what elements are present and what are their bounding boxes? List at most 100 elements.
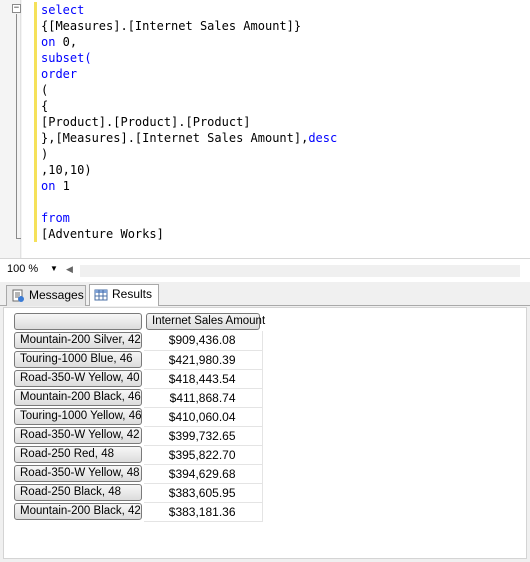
table-row[interactable]: Road-350-W Yellow, 48 $394,629.68	[12, 464, 263, 484]
row-header-button[interactable]: Road-250 Black, 48	[14, 484, 142, 501]
code-keyword: order	[41, 67, 78, 81]
row-header-button[interactable]: Road-350-W Yellow, 40	[14, 370, 142, 387]
code-keyword: desc	[308, 131, 338, 145]
code-line[interactable]: (	[41, 82, 337, 98]
code-keyword: on	[41, 35, 56, 49]
sales-amount-cell[interactable]: $411,868.74	[144, 388, 263, 408]
row-header-button[interactable]: Mountain-200 Silver, 42	[14, 332, 142, 349]
code-line[interactable]: ,10,10)	[41, 162, 337, 178]
results-grid[interactable]: Internet Sales Amount Mountain-200 Silve…	[3, 307, 527, 559]
row-header-button[interactable]: Road-350-W Yellow, 42	[14, 427, 142, 444]
zoom-dropdown-icon[interactable]: ▼	[50, 264, 58, 273]
results-tab-strip: Messages Results	[0, 282, 530, 306]
fold-guide-end	[16, 238, 21, 239]
messages-icon	[12, 289, 24, 302]
scroll-left-icon[interactable]: ◀	[66, 264, 73, 275]
code-line[interactable]: [Product].[Product].[Product]	[41, 114, 337, 130]
code-token: {	[41, 99, 49, 113]
row-header-cell: Road-250 Black, 48	[12, 483, 144, 502]
sales-amount-cell[interactable]: $909,436.08	[144, 331, 263, 351]
sales-amount-cell[interactable]: $383,181.36	[144, 502, 263, 522]
select-all-button[interactable]	[14, 313, 142, 330]
code-line[interactable]	[41, 194, 337, 210]
change-tracking-bar	[34, 2, 37, 242]
table-row[interactable]: Mountain-200 Silver, 42 $909,436.08	[12, 331, 263, 351]
code-line[interactable]: subset(	[41, 50, 337, 66]
table-row[interactable]: Touring-1000 Blue, 46 $421,980.39	[12, 350, 263, 370]
table-row[interactable]: Mountain-200 Black, 42 $383,181.36	[12, 502, 263, 522]
table-row[interactable]: Road-350-W Yellow, 42 $399,732.65	[12, 426, 263, 446]
table-row[interactable]: Road-250 Black, 48 $383,605.95	[12, 483, 263, 503]
code-keyword: on	[41, 179, 56, 193]
row-header-cell: Road-350-W Yellow, 48	[12, 464, 144, 483]
editor-status-strip: 100 % ▼ ◀	[0, 258, 530, 282]
table-row[interactable]: Road-250 Red, 48 $395,822.70	[12, 445, 263, 465]
code-token: 1	[55, 179, 70, 193]
code-line[interactable]: {	[41, 98, 337, 114]
grid-body: Mountain-200 Silver, 42 $909,436.08 Tourin…	[12, 331, 263, 522]
row-header-cell: Touring-1000 Yellow, 46	[12, 407, 144, 426]
code-line[interactable]: order	[41, 66, 337, 82]
row-header-button[interactable]: Mountain-200 Black, 42	[14, 503, 142, 520]
gutter-divider	[20, 0, 21, 258]
code-line[interactable]: )	[41, 146, 337, 162]
sales-amount-cell[interactable]: $394,629.68	[144, 464, 263, 484]
row-header-button[interactable]: Mountain-200 Black, 46	[14, 389, 142, 406]
sales-amount-cell[interactable]: $399,732.65	[144, 426, 263, 446]
tab-messages[interactable]: Messages	[6, 285, 86, 306]
code-line[interactable]: select	[41, 2, 337, 18]
grid-icon	[94, 289, 108, 301]
sales-amount-cell[interactable]: $418,443.54	[144, 369, 263, 389]
code-line[interactable]: on 1	[41, 178, 337, 194]
code-keyword: from	[41, 211, 70, 225]
row-header-button[interactable]: Road-250 Red, 48	[14, 446, 142, 463]
grid-corner-cell	[12, 312, 144, 331]
code-token: )	[41, 147, 49, 161]
code-line[interactable]: [Adventure Works]	[41, 226, 337, 242]
editor-gutter	[0, 0, 22, 258]
column-header-internet-sales-amount[interactable]: Internet Sales Amount	[146, 313, 265, 330]
sales-amount-cell[interactable]: $421,980.39	[144, 350, 263, 370]
grid-column-header-cell: Internet Sales Amount	[144, 312, 265, 331]
row-header-button[interactable]: Road-350-W Yellow, 48	[14, 465, 142, 482]
code-keyword: subset(	[41, 51, 92, 65]
row-header-cell: Mountain-200 Black, 42	[12, 502, 144, 521]
row-header-cell: Touring-1000 Blue, 46	[12, 350, 144, 369]
row-header-cell: Mountain-200 Silver, 42	[12, 331, 144, 350]
table-row[interactable]: Touring-1000 Yellow, 46 $410,060.04	[12, 407, 263, 427]
row-header-cell: Road-250 Red, 48	[12, 445, 144, 464]
code-token: {[Measures].[Internet Sales Amount]}	[41, 19, 302, 33]
code-token: ,10,10)	[41, 163, 92, 177]
row-header-cell: Road-350-W Yellow, 40	[12, 369, 144, 388]
collapse-icon[interactable]: −	[12, 4, 21, 13]
row-header-cell: Mountain-200 Black, 46	[12, 388, 144, 407]
results-table: Internet Sales Amount Mountain-200 Silve…	[12, 312, 265, 522]
code-line[interactable]: },[Measures].[Internet Sales Amount],des…	[41, 130, 337, 146]
query-editor[interactable]: − select {[Measures].[Internet Sales Amou…	[0, 0, 530, 258]
table-row[interactable]: Mountain-200 Black, 46 $411,868.74	[12, 388, 263, 408]
code-keyword: select	[41, 3, 85, 17]
code-token: [Adventure Works]	[41, 227, 164, 241]
sales-amount-cell[interactable]: $395,822.70	[144, 445, 263, 465]
row-header-cell: Road-350-W Yellow, 42	[12, 426, 144, 445]
zoom-level[interactable]: 100 %	[7, 263, 38, 275]
code-line[interactable]: from	[41, 210, 337, 226]
row-header-button[interactable]: Touring-1000 Blue, 46	[14, 351, 142, 368]
tab-messages-label: Messages	[29, 288, 84, 302]
row-header-button[interactable]: Touring-1000 Yellow, 46	[14, 408, 142, 425]
code-line[interactable]: on 0,	[41, 34, 337, 50]
grid-header-row: Internet Sales Amount	[12, 312, 265, 331]
code-token: 0,	[55, 35, 78, 49]
table-row[interactable]: Road-350-W Yellow, 40 $418,443.54	[12, 369, 263, 389]
code-token: },[Measures].[Internet Sales Amount],	[41, 131, 309, 145]
tab-results[interactable]: Results	[89, 284, 159, 306]
code-token: [Product].[Product].[Product]	[41, 115, 251, 129]
fold-guide-line	[16, 14, 17, 238]
results-pane: Messages Results Internet Sales Amount M…	[0, 282, 530, 562]
sales-amount-cell[interactable]: $410,060.04	[144, 407, 263, 427]
sales-amount-cell[interactable]: $383,605.95	[144, 483, 263, 503]
code-line[interactable]: {[Measures].[Internet Sales Amount]}	[41, 18, 337, 34]
code-token: (	[41, 83, 49, 97]
query-text[interactable]: select {[Measures].[Internet Sales Amount…	[41, 2, 337, 242]
horizontal-scrollbar[interactable]	[80, 265, 520, 277]
